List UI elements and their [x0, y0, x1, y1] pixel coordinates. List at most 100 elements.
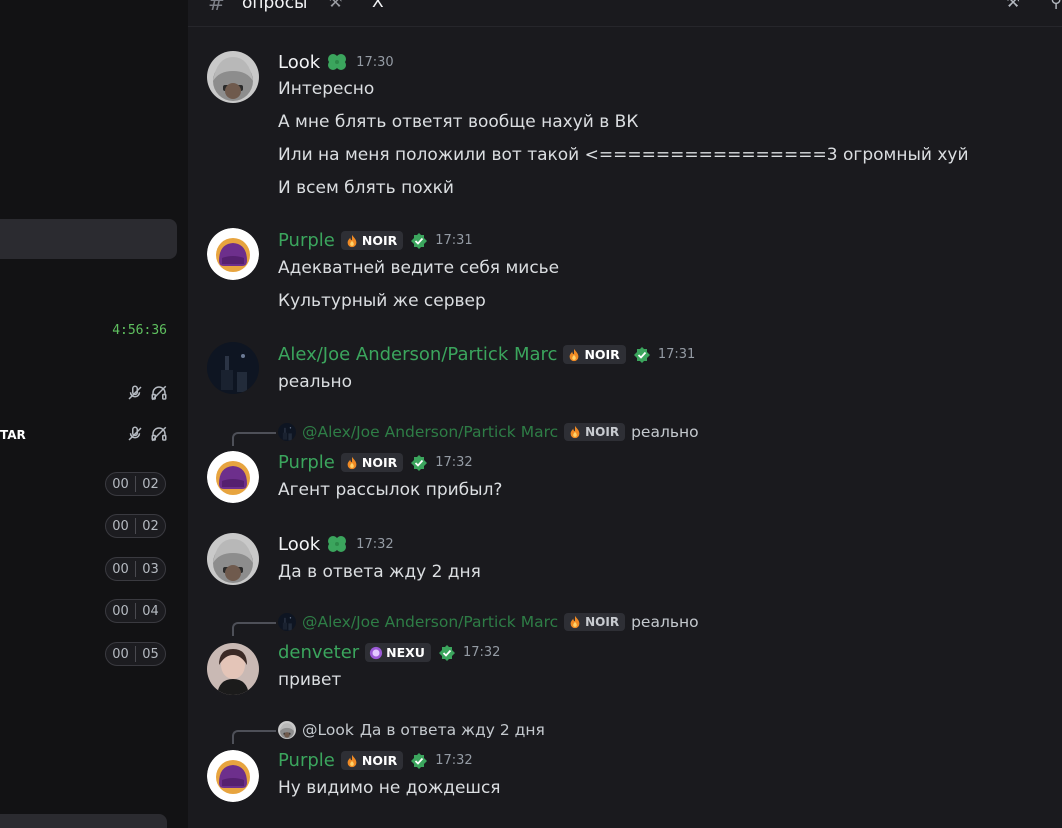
- message-text: Ну видимо не дождешся: [278, 778, 501, 798]
- call-timer: 4:56:36: [112, 323, 167, 338]
- channel-name: опросы: [242, 0, 308, 13]
- voice-user-row[interactable]: TAR: [0, 424, 188, 446]
- pill-right: 05: [142, 646, 159, 662]
- reply-author: @Alex/Joe Anderson/Partick Marc: [302, 423, 559, 441]
- flame-icon: [568, 615, 582, 629]
- server-tag[interactable]: NOIR: [340, 453, 404, 472]
- sidebar-selected-item[interactable]: [0, 219, 177, 259]
- message-text: Агент рассылок прибыл?: [278, 480, 503, 500]
- voice-user-row[interactable]: [0, 383, 188, 405]
- timestamp: 17:31: [435, 233, 473, 248]
- reply-preview[interactable]: @Alex/Joe Anderson/Partick Marc NOIR реа…: [278, 613, 699, 631]
- voice-user-tag: TAR: [0, 428, 26, 442]
- avatar[interactable]: [207, 51, 259, 103]
- tag-label: NOIR: [361, 233, 398, 248]
- author-name[interactable]: Purple: [278, 230, 335, 251]
- reply-avatar: [278, 613, 296, 631]
- author-name[interactable]: denveter: [278, 642, 359, 663]
- channel-suffix: Х: [372, 0, 384, 12]
- pill-right: 02: [142, 476, 159, 492]
- avatar[interactable]: [207, 228, 259, 280]
- pill-right: 02: [142, 518, 159, 534]
- mic-muted-icon: [128, 385, 142, 400]
- avatar[interactable]: [207, 342, 259, 394]
- channel-header: # опросы ⚒ Х ⚒ ⚲: [188, 0, 1062, 27]
- server-tag[interactable]: NOIR: [563, 345, 626, 364]
- verified-icon: [411, 753, 427, 769]
- flame-icon: [345, 234, 359, 248]
- avatar[interactable]: [207, 750, 259, 802]
- timestamp: 17:32: [356, 536, 394, 552]
- verified-icon: [411, 233, 427, 249]
- timer-pill[interactable]: 00 03: [105, 557, 166, 581]
- nexu-icon: [369, 646, 383, 660]
- pill-left: 00: [112, 518, 129, 534]
- author-name[interactable]: Purple: [278, 452, 335, 473]
- tag-label: NOIR: [585, 425, 620, 439]
- author-name[interactable]: Look: [278, 52, 320, 73]
- notification-icon[interactable]: ⚲: [1050, 0, 1062, 11]
- timer-pill[interactable]: 00 04: [105, 599, 166, 623]
- timestamp: 17:31: [657, 347, 696, 362]
- pill-right: 03: [142, 561, 159, 577]
- timer-pill[interactable]: 00 05: [105, 642, 166, 666]
- author-name[interactable]: Look: [278, 534, 320, 555]
- message-text: Адекватней ведите себя мисье: [278, 258, 560, 278]
- reply-text: реально: [631, 613, 699, 631]
- threads-icon[interactable]: ⚒: [1006, 0, 1020, 11]
- tag-label: NEXU: [386, 645, 425, 660]
- reply-connector: [232, 622, 276, 636]
- hashtag-icon: #: [208, 0, 225, 15]
- avatar[interactable]: [207, 533, 259, 585]
- mic-muted-icon: [128, 426, 142, 441]
- pill-left: 00: [112, 561, 129, 577]
- clover-icon: [326, 51, 348, 73]
- pill-left: 00: [112, 646, 129, 662]
- message-text: привет: [278, 670, 342, 690]
- message-text: Интересно: [278, 79, 375, 99]
- avatar[interactable]: [207, 643, 259, 695]
- reply-text: реально: [631, 423, 699, 441]
- author-name[interactable]: Purple: [278, 750, 335, 771]
- pill-left: 00: [112, 476, 129, 492]
- message-text: Культурный же сервер: [278, 291, 486, 311]
- author-name[interactable]: Alex/Joe Anderson/Partick Marc: [278, 344, 557, 365]
- reply-avatar: [278, 721, 296, 739]
- avatar[interactable]: [207, 451, 259, 503]
- server-tag[interactable]: NOIR: [340, 751, 404, 770]
- hammer-icon: ⚒: [328, 0, 343, 11]
- reply-tag: NOIR: [564, 423, 626, 441]
- timer-pill[interactable]: 00 02: [105, 514, 166, 538]
- tag-label: NOIR: [584, 347, 620, 362]
- reply-preview[interactable]: @Look Да в ответа жду 2 дня: [278, 721, 545, 739]
- tag-label: NOIR: [361, 753, 398, 768]
- timer-pill[interactable]: 00 02: [105, 472, 166, 496]
- headphones-muted-icon: [151, 385, 167, 401]
- flame-icon: [568, 425, 582, 439]
- reply-avatar: [278, 423, 296, 441]
- flame-icon: [345, 754, 359, 768]
- clover-icon: [326, 533, 348, 555]
- server-tag[interactable]: NEXU: [365, 643, 431, 662]
- flame-icon: [567, 348, 581, 362]
- pill-right: 04: [142, 603, 159, 619]
- message-text: реально: [278, 372, 353, 392]
- reply-connector: [232, 432, 276, 446]
- reply-author: @Look: [302, 721, 354, 739]
- pill-left: 00: [112, 603, 129, 619]
- verified-icon: [634, 347, 650, 363]
- flame-icon: [345, 456, 359, 470]
- reply-author: @Alex/Joe Anderson/Partick Marc: [302, 613, 559, 631]
- tag-label: NOIR: [361, 455, 398, 470]
- timestamp: 17:30: [356, 54, 394, 70]
- reply-tag: NOIR: [564, 613, 626, 631]
- timestamp: 17:32: [435, 455, 473, 470]
- verified-icon: [439, 645, 455, 661]
- reply-preview[interactable]: @Alex/Joe Anderson/Partick Marc NOIR реа…: [278, 423, 699, 441]
- verified-icon: [411, 455, 427, 471]
- message-text: Или на меня положили вот такой <========…: [278, 145, 969, 165]
- server-tag[interactable]: NOIR: [340, 231, 404, 250]
- sidebar-bottom-panel: [0, 814, 167, 828]
- reply-connector: [232, 730, 276, 744]
- reply-text: Да в ответа жду 2 дня: [359, 721, 545, 739]
